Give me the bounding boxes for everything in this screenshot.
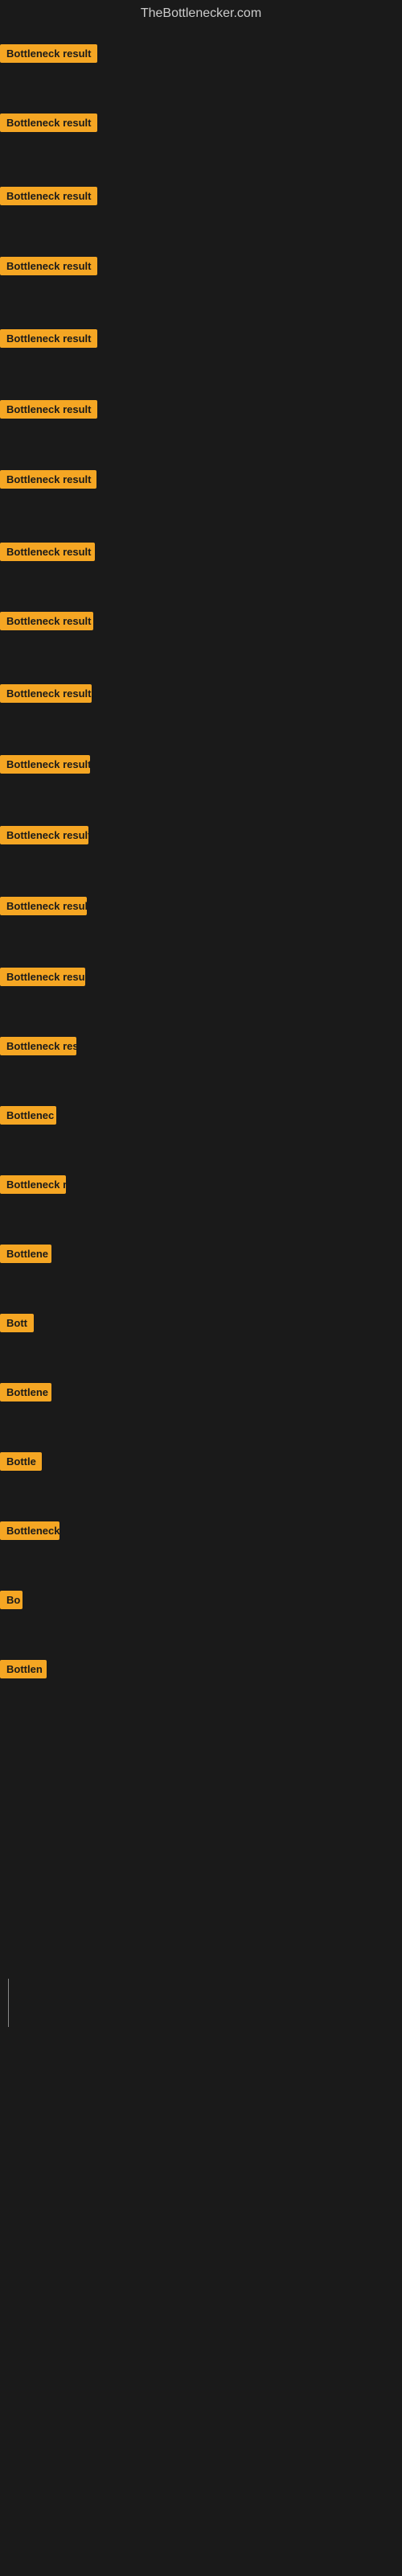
bottleneck-item-7: Bottleneck result [0, 470, 96, 493]
bottleneck-badge-2[interactable]: Bottleneck result [0, 114, 97, 132]
bottleneck-item-22: Bottleneck [0, 1521, 59, 1544]
bottleneck-badge-17[interactable]: Bottleneck r [0, 1175, 66, 1194]
bottleneck-badge-13[interactable]: Bottleneck result [0, 897, 87, 915]
bottleneck-item-2: Bottleneck result [0, 114, 97, 136]
bottleneck-badge-14[interactable]: Bottleneck result [0, 968, 85, 986]
bottleneck-badge-20[interactable]: Bottlene [0, 1383, 51, 1402]
bottleneck-badge-3[interactable]: Bottleneck result [0, 187, 97, 205]
bottleneck-item-9: Bottleneck result [0, 612, 93, 634]
bottleneck-item-3: Bottleneck result [0, 187, 97, 209]
bottleneck-item-10: Bottleneck result [0, 684, 92, 707]
bottleneck-badge-8[interactable]: Bottleneck result [0, 543, 95, 561]
bottleneck-badge-21[interactable]: Bottle [0, 1452, 42, 1471]
bottleneck-item-24: Bottlen [0, 1660, 47, 1682]
bottleneck-badge-15[interactable]: Bottleneck res [0, 1037, 76, 1055]
bottleneck-list: Bottleneck result Bottleneck result Bottle… [0, 31, 402, 1802]
bottleneck-item-20: Bottlene [0, 1383, 51, 1406]
bottleneck-item-4: Bottleneck result [0, 257, 97, 279]
bottleneck-badge-11[interactable]: Bottleneck result [0, 755, 90, 774]
bottleneck-badge-23[interactable]: Bo [0, 1591, 23, 1609]
bottleneck-badge-16[interactable]: Bottlenec [0, 1106, 56, 1125]
cursor-line [8, 1979, 9, 2027]
bottleneck-item-19: Bott [0, 1314, 34, 1336]
bottleneck-badge-22[interactable]: Bottleneck [0, 1521, 59, 1540]
bottleneck-item-16: Bottlenec [0, 1106, 56, 1129]
site-title: TheBottlenecker.com [0, 0, 402, 31]
bottleneck-badge-10[interactable]: Bottleneck result [0, 684, 92, 703]
bottleneck-badge-4[interactable]: Bottleneck result [0, 257, 97, 275]
bottleneck-item-6: Bottleneck result [0, 400, 97, 423]
bottleneck-item-18: Bottlene [0, 1245, 51, 1267]
bottleneck-item-15: Bottleneck res [0, 1037, 76, 1059]
bottleneck-item-11: Bottleneck result [0, 755, 90, 778]
bottleneck-item-14: Bottleneck result [0, 968, 85, 990]
bottleneck-badge-24[interactable]: Bottlen [0, 1660, 47, 1678]
bottleneck-badge-9[interactable]: Bottleneck result [0, 612, 93, 630]
bottleneck-badge-19[interactable]: Bott [0, 1314, 34, 1332]
bottleneck-badge-5[interactable]: Bottleneck result [0, 329, 97, 348]
bottleneck-item-5: Bottleneck result [0, 329, 97, 352]
bottleneck-badge-12[interactable]: Bottleneck result [0, 826, 88, 844]
bottleneck-item-21: Bottle [0, 1452, 42, 1475]
bottleneck-item-1: Bottleneck result [0, 44, 97, 67]
bottleneck-item-23: Bo [0, 1591, 23, 1613]
bottleneck-badge-7[interactable]: Bottleneck result [0, 470, 96, 489]
bottleneck-item-17: Bottleneck r [0, 1175, 66, 1198]
bottleneck-badge-18[interactable]: Bottlene [0, 1245, 51, 1263]
site-header: TheBottlenecker.com [0, 0, 402, 31]
bottleneck-item-8: Bottleneck result [0, 543, 95, 565]
bottleneck-badge-6[interactable]: Bottleneck result [0, 400, 97, 419]
bottleneck-item-12: Bottleneck result [0, 826, 88, 848]
bottleneck-item-13: Bottleneck result [0, 897, 87, 919]
chart-area [0, 1818, 402, 2301]
bottleneck-badge-1[interactable]: Bottleneck result [0, 44, 97, 63]
